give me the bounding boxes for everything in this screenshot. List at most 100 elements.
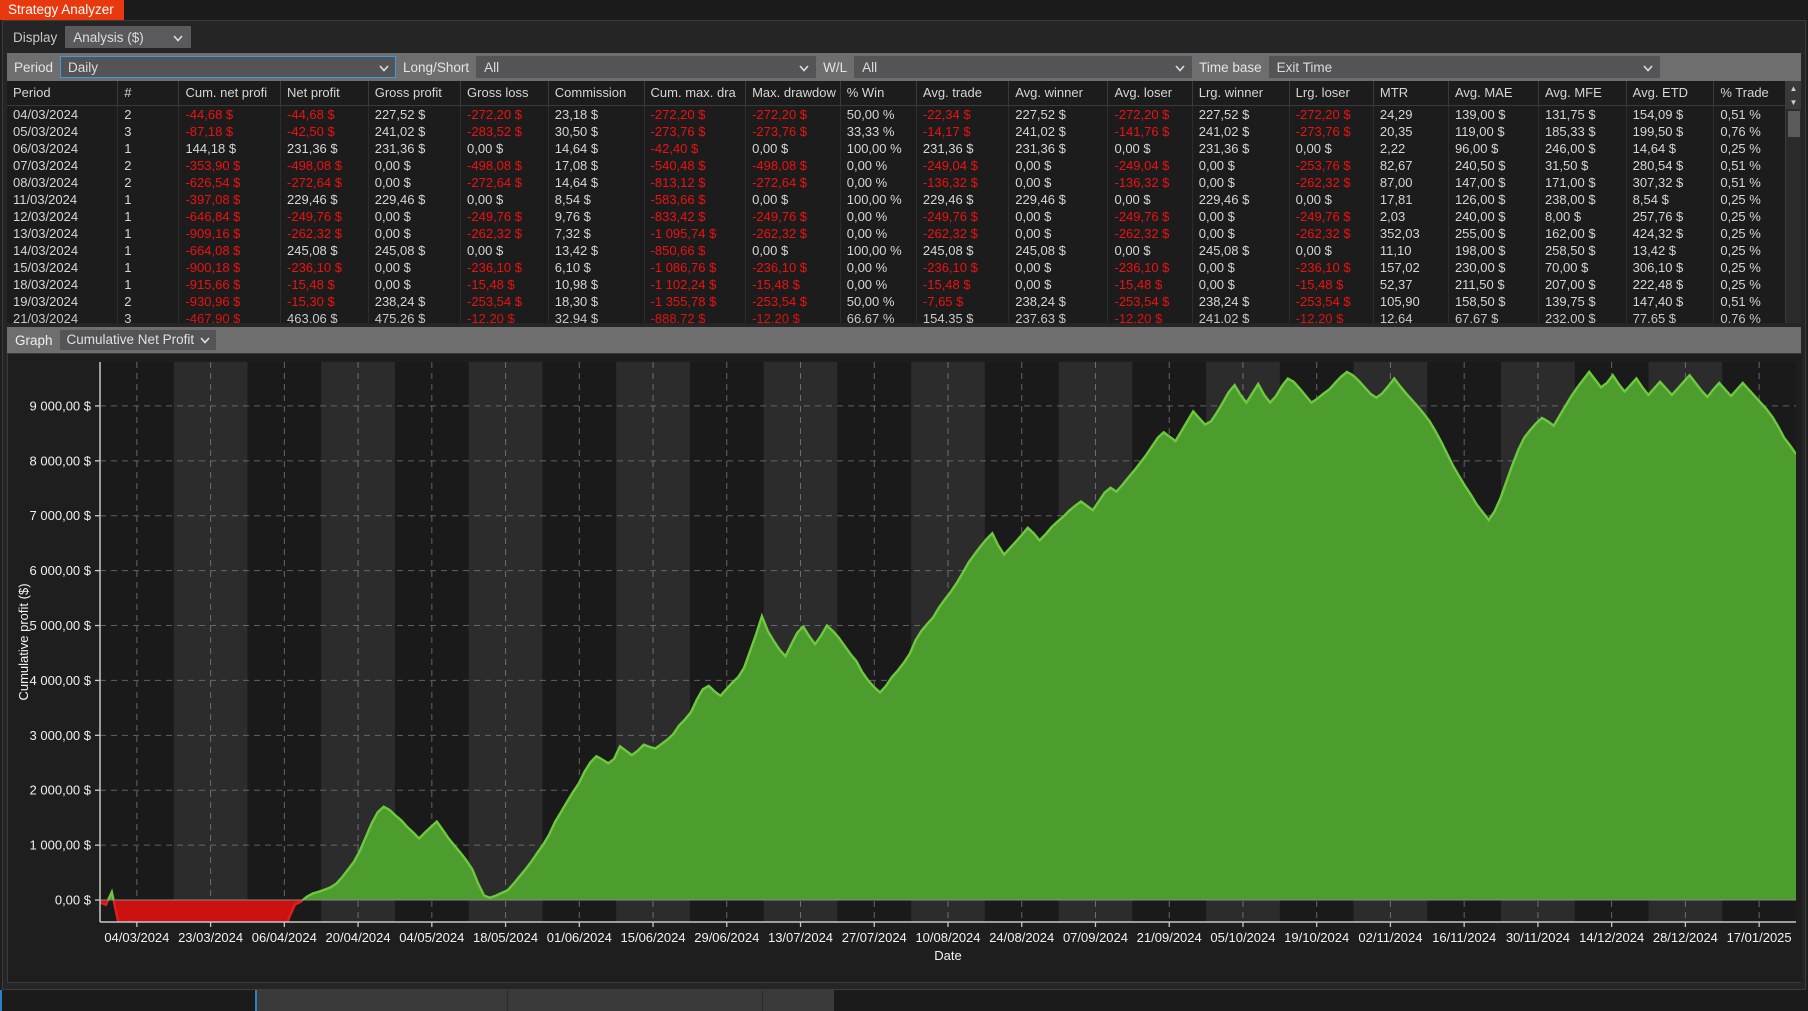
status-segment-4[interactable] [762,990,834,1011]
graph-type-select[interactable]: Cumulative Net Profit [59,330,217,350]
table-cell: -262,32 $ [1289,225,1374,242]
period-select[interactable]: Daily [60,56,397,78]
table-cell: 0,00 % [840,276,917,293]
table-cell: -498,08 $ [460,157,549,174]
table-cell: 237,63 $ [1008,310,1109,323]
chart-xtick-label: 20/04/2024 [326,930,391,945]
chart-xtick-label: 04/03/2024 [104,930,169,945]
chevron-down-icon [1175,57,1185,77]
table-cell: -44,68 $ [178,105,282,123]
table-column-header[interactable]: Avg. loser [1107,81,1193,106]
graph-label: Graph [15,332,53,348]
table-column-header[interactable]: % Win [840,81,917,106]
table-cell: -249,76 $ [460,208,549,225]
table-row[interactable]: 05/03/2024 3 -87,18 $ -42,50 $241,02 $ -283,… [7,123,1785,140]
table-column-header[interactable]: Period [7,81,119,106]
table-column-header[interactable]: Avg. ETD [1626,81,1715,106]
table-column-header[interactable]: Gross loss [460,81,549,106]
table-column-header[interactable]: # [117,81,180,106]
table-cell: -249,76 $ [916,208,1010,225]
table-cell: -833,42 $ [644,208,747,225]
table-column-header[interactable]: Avg. winner [1008,81,1109,106]
table-cell: -272,20 $ [1107,105,1193,123]
table-cell: 245,08 $ [1192,242,1290,259]
table-column-header[interactable]: MTR [1373,81,1449,106]
chart-ytick-label: 3 000,00 $ [30,728,92,743]
table-column-header[interactable]: Avg. MAE [1448,81,1539,106]
table-row[interactable]: 11/03/2024 1 -397,08 $229,46 $229,46 $0,00… [7,191,1785,208]
table-row[interactable]: 14/03/2024 1 -664,08 $245,08 $245,08 $0,00… [7,242,1785,259]
table-cell: 0,00 $ [1008,208,1109,225]
table-row[interactable]: 04/03/2024 2 -44,68 $ -44,68 $227,52 $ -272,… [7,105,1785,123]
table-row[interactable]: 19/03/2024 2 -930,96 $ -15,30 $238,24 $ -253… [7,293,1785,310]
table-column-header[interactable]: Net profit [280,81,369,106]
table-cell: -12,20 $ [745,310,841,323]
table-row[interactable]: 13/03/2024 1 -909,16 $ -262,32 $0,00 $ -262,… [7,225,1785,242]
table-column-header[interactable]: Cum. net profi [178,81,282,106]
table-cell: 67,67 $ [1448,310,1539,323]
table-cell: -136,32 $ [1107,174,1193,191]
table-row[interactable]: 12/03/2024 1 -646,84 $ -249,76 $0,00 $ -249,… [7,208,1785,225]
table-cell: 0,00 % [840,259,917,276]
table-cell: 6,10 $ [548,259,645,276]
chart-xtick-label: 23/03/2024 [178,930,243,945]
table-viewport: Period # Cum. net profi Net profit Gross pro… [7,81,1785,323]
table-cell: 245,08 $ [1008,242,1109,259]
table-cell: 1 [117,208,180,225]
table-row[interactable]: 18/03/2024 1 -915,66 $ -15,48 $0,00 $ -15,48… [7,276,1785,293]
table-row[interactable]: 21/03/2024 3 -467,90 $463,06 $475,26 $ -12,… [7,310,1785,323]
table-cell: 139,00 $ [1448,105,1539,123]
table-cell: 8,54 $ [1626,191,1715,208]
table-column-header[interactable]: Max. drawdow [745,81,841,106]
chart-ytick-label: 4 000,00 $ [30,673,92,688]
table-cell: 0,51 % [1713,293,1785,310]
table-column-header[interactable]: Lrg. loser [1289,81,1374,106]
display-select[interactable]: Analysis ($) [65,26,192,48]
timebase-select[interactable]: Exit Time [1268,56,1660,78]
window-title-tab[interactable]: Strategy Analyzer [0,0,124,20]
table-cell: 258,50 $ [1538,242,1627,259]
table-column-header[interactable]: Lrg. winner [1192,81,1290,106]
table-cell: -397,08 $ [178,191,282,208]
table-row[interactable]: 08/03/2024 2 -626,54 $ -272,64 $0,00 $ -272,… [7,174,1785,191]
table-cell: -236,10 $ [460,259,549,276]
table-column-header[interactable]: Gross profit [368,81,462,106]
table-cell: -283,52 $ [460,123,549,140]
scroll-up-button[interactable]: ▲ [1786,81,1801,95]
table-cell: -888,72 $ [644,310,747,323]
chart-ytick-label: 7 000,00 $ [30,508,92,523]
table-cell: -249,04 $ [916,157,1010,174]
table-column-header[interactable]: % Trade [1713,81,1785,106]
table-cell: 222,48 $ [1626,276,1715,293]
wl-select[interactable]: All [854,56,1193,78]
scroll-down-button[interactable]: ▼ [1786,95,1801,109]
graph-type-value: Cumulative Net Profit [66,332,195,347]
table-column-header[interactable]: Avg. trade [916,81,1010,106]
table-cell: -15,48 $ [1289,276,1374,293]
table-cell: 23,18 $ [548,105,645,123]
cumulative-profit-chart[interactable]: 0,00 $ 1 000,00 $ 2 000,00 $ 3 000,00 $ 4 00… [7,353,1802,983]
table-column-header[interactable]: Avg. MFE [1538,81,1627,106]
table-cell: 20,35 [1373,123,1449,140]
table-row[interactable]: 15/03/2024 1 -900,18 $ -236,10 $0,00 $ -236,… [7,259,1785,276]
table-column-header[interactable]: Cum. max. dra [644,81,747,106]
table-cell: 33,33 % [840,123,917,140]
table-row[interactable]: 07/03/2024 2 -353,90 $ -498,08 $0,00 $ -498,… [7,157,1785,174]
table-cell: 232,00 $ [1538,310,1627,323]
table-vertical-scrollbar[interactable]: ▲ ▼ [1785,81,1801,323]
chart-xtick-label: 15/06/2024 [621,930,686,945]
table-cell: -583,66 $ [644,191,747,208]
table-cell: 0,00 $ [460,191,549,208]
table-cell: -249,76 $ [1289,208,1374,225]
chart-xtick-label: 29/06/2024 [694,930,759,945]
table-row[interactable]: 06/03/2024 1 144,18 $231,36 $231,36 $0,00 … [7,140,1785,157]
table-cell: 0,00 $ [1008,276,1109,293]
table-column-header[interactable]: Commission [548,81,645,106]
table-cell: 17,08 $ [548,157,645,174]
status-segment-3[interactable] [507,990,762,1011]
table-cell: -141,76 $ [1107,123,1193,140]
scrollbar-thumb[interactable] [1788,111,1800,137]
longshort-select[interactable]: All [476,56,817,78]
status-segment-2[interactable] [257,990,507,1011]
timebase-label: Time base [1199,59,1262,75]
